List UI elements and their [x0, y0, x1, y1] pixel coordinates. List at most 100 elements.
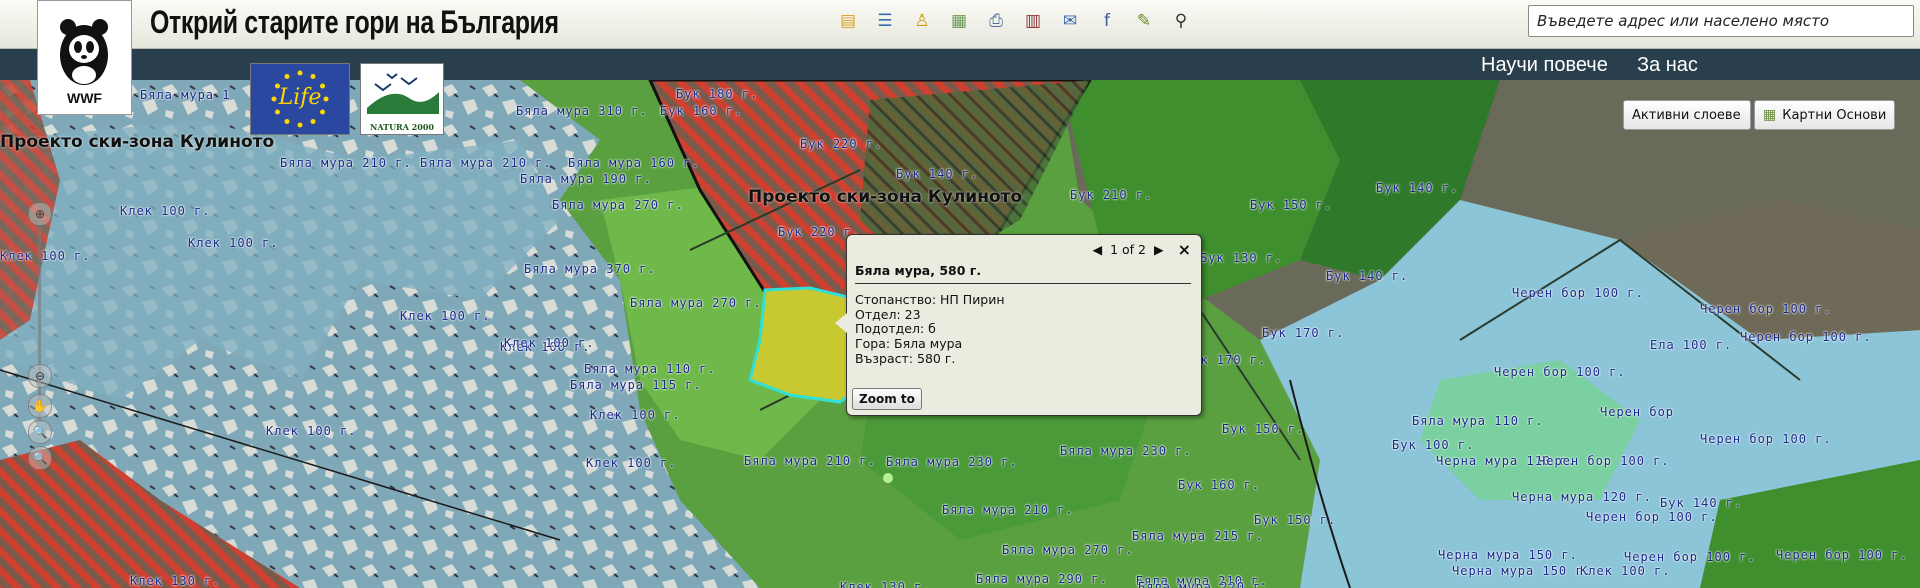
- facebook-icon[interactable]: f: [1093, 7, 1121, 35]
- stand-label: Черна мура 120 г.: [1512, 490, 1652, 504]
- layers-icon[interactable]: ▤: [834, 7, 862, 35]
- stand-label: Черен бор 100 г.: [1700, 432, 1832, 446]
- stand-label: Бяла мура 270 г.: [552, 198, 684, 212]
- edit-icon[interactable]: ✎: [1130, 7, 1158, 35]
- address-search-input[interactable]: [1528, 5, 1914, 37]
- stand-label: Бук 150 г.: [1222, 422, 1305, 436]
- stand-label: Бяла мура 210 г.: [942, 503, 1074, 517]
- stand-label: Черен бор 100 г.: [1512, 286, 1644, 300]
- stand-label: Клек 130 г.: [840, 580, 931, 588]
- stand-label: Бук 100 г.: [1392, 438, 1475, 452]
- life-logo-text: Life: [278, 85, 322, 110]
- close-icon[interactable]: ×: [1178, 240, 1191, 259]
- natura-logo-text: NATURA 2000: [370, 122, 434, 132]
- popup-pager: ◀ 1 of 2 ▶ ×: [1092, 240, 1191, 259]
- bookmark-icon[interactable]: ▥: [1019, 7, 1047, 35]
- popup-field-forest: Гора: Бяла мура: [855, 336, 963, 352]
- stand-label: Бяла мура 160 г.: [568, 156, 700, 170]
- stand-label: Клек 100 г.: [586, 456, 677, 470]
- stand-label: Черен бор 100 г.: [1700, 302, 1832, 316]
- stand-label: Ела 100 г.: [1650, 338, 1733, 352]
- stand-label: Бук 140 г.: [1326, 269, 1409, 283]
- stand-label: Бяла мура 270 г.: [1002, 543, 1134, 557]
- stand-label: Черна мура 150 г.: [1438, 548, 1578, 562]
- stand-label: Бяла мура 210 г.: [744, 454, 876, 468]
- popup-field-section: Отдел: 23: [855, 306, 921, 322]
- page-title: Открий старите гори на България: [150, 4, 559, 40]
- nav-link-learn-more[interactable]: Научи повече: [1481, 54, 1608, 77]
- stand-label: Бяла мура 210 г.: [420, 156, 552, 170]
- life-logo: Life: [250, 63, 350, 135]
- popup-pager-text: 1 of 2: [1110, 242, 1146, 257]
- stand-label: Бяла мура 190 г.: [520, 172, 652, 186]
- stand-label: Черна мура 150 г.: [1452, 564, 1592, 578]
- stand-label: Черен бор 100 г.: [1624, 550, 1756, 564]
- stand-label: Клек 100 г.: [0, 249, 91, 263]
- zoom-box-icon[interactable]: 🔍: [28, 420, 52, 444]
- stand-label: Черен бор 100 г.: [1494, 365, 1626, 379]
- popup-fields: Стопанство: НП Пирин Отдел: 23 Подотдел:…: [855, 292, 1005, 367]
- stand-label: Черен бор 100 г.: [1586, 510, 1718, 524]
- nav-link-about[interactable]: За нас: [1637, 54, 1698, 77]
- map-overview-icon[interactable]: ▦: [945, 7, 973, 35]
- stand-label: Клек 100 г.: [188, 236, 279, 250]
- natura-2000-logo: NATURA 2000: [360, 63, 444, 135]
- wwf-logo: WWF: [37, 0, 132, 115]
- stand-label: Бук 130 г.: [1200, 251, 1283, 265]
- wwf-logo-text: WWF: [67, 90, 102, 106]
- popup-title: Бяла мура, 580 г.: [855, 263, 982, 278]
- stand-label: Клек 100 г.: [590, 408, 681, 422]
- zoom-slider-track[interactable]: [38, 222, 41, 422]
- feature-info-popup: ◀ 1 of 2 ▶ × Бяла мура, 580 г. Стопанств…: [835, 234, 1202, 416]
- ski-zone-label-left: Проекто ски-зона Кулиното: [0, 132, 275, 152]
- stand-label: Бяла мура 115 г.: [570, 378, 702, 392]
- zoom-full-icon[interactable]: 🔍: [28, 446, 52, 470]
- stand-label: Бук 140 г.: [1376, 181, 1459, 195]
- stand-label: Бук 160 г.: [1178, 478, 1261, 492]
- popup-field-age: Възраст: 580 г.: [855, 350, 956, 366]
- stand-label: Бяла мура 370 г.: [524, 262, 656, 276]
- previous-arrow-icon[interactable]: ◀: [1092, 242, 1102, 257]
- stand-label: Клек 100 г.: [120, 204, 211, 218]
- stand-label: Бук 220 г.: [800, 137, 883, 151]
- zoom-in-icon[interactable]: ⊕: [28, 202, 52, 226]
- stand-label: Клек 100 г.: [1580, 564, 1671, 578]
- stand-label: Бук 150 г.: [1250, 198, 1333, 212]
- zoom-to-button[interactable]: Zoom to: [852, 388, 922, 410]
- grid-icon: ▦: [1763, 107, 1777, 123]
- stand-label: Бяла мура 210 г.: [280, 156, 412, 170]
- stand-label: Бяла мура 230 г.: [1060, 444, 1192, 458]
- binoculars-icon[interactable]: ⚲: [1167, 7, 1195, 35]
- popup-pointer: [835, 313, 847, 333]
- stand-label: Бяла мура 290 г.: [976, 572, 1108, 586]
- print-icon[interactable]: ⎙: [982, 7, 1010, 35]
- stand-label: Клек 100 г.: [504, 336, 595, 350]
- stand-label: Бяла мура 220 г.: [1138, 580, 1270, 588]
- popup-field-management: Стопанство: НП Пирин: [855, 292, 1005, 307]
- active-layers-button[interactable]: Активни слоеве: [1623, 100, 1751, 130]
- active-layers-label: Активни слоеве: [1632, 107, 1741, 123]
- next-arrow-icon[interactable]: ▶: [1154, 242, 1164, 257]
- stand-label: Бяла мура 110 г.: [1412, 414, 1544, 428]
- stand-label: Черен бор: [1600, 405, 1675, 419]
- basemaps-button[interactable]: ▦ Картни Основи: [1754, 100, 1895, 130]
- stand-label: Клек 100 г.: [266, 424, 357, 438]
- ski-zone-label: Проекто ски-зона Кулиното: [748, 187, 1023, 207]
- stand-label: Черен бор 100 г.: [1776, 548, 1908, 562]
- popup-divider: [855, 283, 1191, 284]
- identify-icon[interactable]: ♙: [908, 7, 936, 35]
- stand-label: Черен бор 100 г.: [1740, 330, 1872, 344]
- stand-label: Бук 140 г.: [896, 167, 979, 181]
- pan-hand-icon[interactable]: ✋: [28, 394, 52, 418]
- stand-label: Бяла мура 270 г.: [630, 296, 762, 310]
- stand-label: Бук 170 г.: [1262, 326, 1345, 340]
- stand-label: Черен бор 100 г.: [1538, 454, 1670, 468]
- stand-label: Бяла мура 230 г.: [886, 455, 1018, 469]
- zoom-out-icon[interactable]: ⊖: [28, 364, 52, 388]
- popup-field-subsection: Подотдел: б: [855, 321, 936, 337]
- email-icon[interactable]: ✉: [1056, 7, 1084, 35]
- legend-icon[interactable]: ☰: [871, 7, 899, 35]
- stand-label: Бук 140 г.: [1660, 496, 1743, 510]
- stand-label: Бук 180 г.: [676, 87, 759, 101]
- stand-label: Бяла мура 1: [140, 88, 231, 102]
